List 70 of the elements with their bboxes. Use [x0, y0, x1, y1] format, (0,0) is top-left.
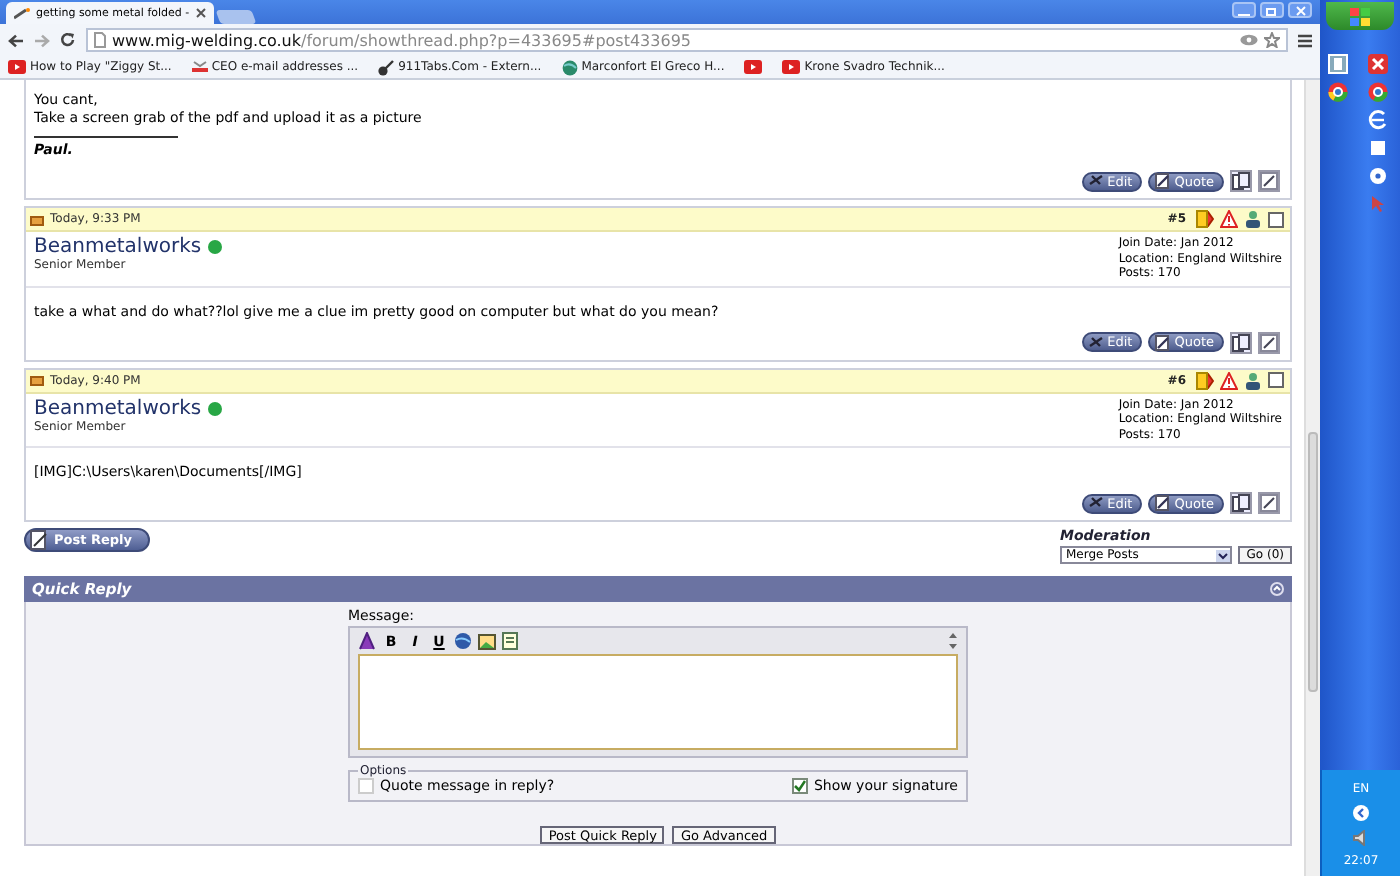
eye-icon — [1240, 34, 1258, 46]
person-icon[interactable] — [1244, 210, 1262, 228]
person-icon[interactable] — [1244, 371, 1262, 389]
square-icon[interactable] — [1368, 138, 1388, 158]
checkbox[interactable] — [1268, 372, 1284, 388]
tag-icon[interactable] — [1196, 210, 1214, 228]
back-icon[interactable] — [8, 33, 24, 47]
post-icon — [30, 374, 44, 386]
chrome-icon[interactable] — [1328, 82, 1348, 102]
page-pencil-icon — [1260, 333, 1278, 351]
quick-reply-button[interactable] — [1258, 492, 1280, 514]
start-button[interactable] — [1326, 2, 1394, 30]
disc-icon[interactable] — [1368, 166, 1388, 186]
image-icon[interactable] — [478, 633, 496, 649]
globe-icon — [561, 59, 578, 75]
video-icon — [782, 60, 801, 74]
video-icon — [744, 60, 763, 74]
windows-logo-icon — [1350, 7, 1370, 25]
close-icon — [1295, 5, 1305, 15]
scrollbar-thumb[interactable] — [1308, 432, 1318, 692]
warning-icon[interactable] — [1220, 210, 1238, 228]
warning-icon[interactable] — [1220, 371, 1238, 389]
tag-icon[interactable] — [1196, 371, 1214, 389]
message-field[interactable] — [358, 654, 958, 750]
multi-quote-button[interactable] — [1230, 170, 1252, 192]
restore-icon — [1266, 5, 1278, 15]
double-page-icon — [1232, 494, 1250, 512]
multi-quote-button[interactable] — [1230, 331, 1252, 353]
page-pencil-icon — [1260, 172, 1278, 190]
multi-quote-button[interactable] — [1230, 492, 1252, 514]
double-page-icon — [1232, 172, 1250, 190]
speaker-icon[interactable] — [1352, 830, 1370, 846]
collapse-icon[interactable] — [1270, 582, 1284, 596]
dropdown-arrow-icon — [1216, 549, 1231, 561]
minimize-button[interactable] — [1232, 2, 1256, 18]
checkbox[interactable] — [791, 778, 808, 794]
post-icon — [30, 213, 44, 225]
envelope-icon — [191, 60, 208, 74]
bookmark-item[interactable] — [744, 60, 763, 74]
address-field[interactable]: www.mig-welding.co.uk/forum/showthread.php?p=433695#post433695 — [86, 28, 1288, 52]
expand-arrow-icon[interactable] — [1352, 804, 1370, 822]
page-pencil-icon — [1154, 172, 1171, 190]
username-link[interactable]: Beanmetalworks — [34, 397, 202, 419]
menu-icon[interactable] — [1298, 33, 1312, 47]
chrome-icon[interactable] — [1368, 82, 1388, 102]
page-pencil-icon — [1154, 494, 1171, 512]
star-icon[interactable] — [1264, 32, 1280, 48]
quick-reply-button[interactable] — [1258, 331, 1280, 353]
page-pencil-icon — [30, 530, 48, 550]
scrollbar[interactable] — [1304, 80, 1320, 876]
close-icon[interactable] — [196, 8, 206, 18]
restore-button[interactable] — [1260, 2, 1284, 18]
checkbox[interactable] — [1268, 211, 1284, 227]
torch-icon — [14, 7, 30, 19]
resize-arrows-icon[interactable] — [948, 632, 958, 650]
app-cross-icon[interactable] — [1368, 54, 1388, 74]
double-page-icon — [1232, 333, 1250, 351]
note-icon[interactable] — [502, 632, 518, 650]
browser-e-icon[interactable] — [1368, 110, 1388, 130]
reload-icon[interactable] — [60, 32, 76, 48]
guitar-icon — [378, 59, 395, 75]
page-icon — [94, 32, 106, 48]
page-pencil-icon — [1154, 333, 1171, 351]
check-icon — [793, 780, 806, 792]
page-pencil-icon — [1260, 494, 1278, 512]
close-button[interactable] — [1288, 2, 1312, 18]
quick-reply-button[interactable] — [1258, 170, 1280, 192]
globe-link-icon[interactable] — [454, 632, 472, 650]
video-icon — [8, 60, 26, 74]
username-link[interactable]: Beanmetalworks — [34, 236, 202, 258]
